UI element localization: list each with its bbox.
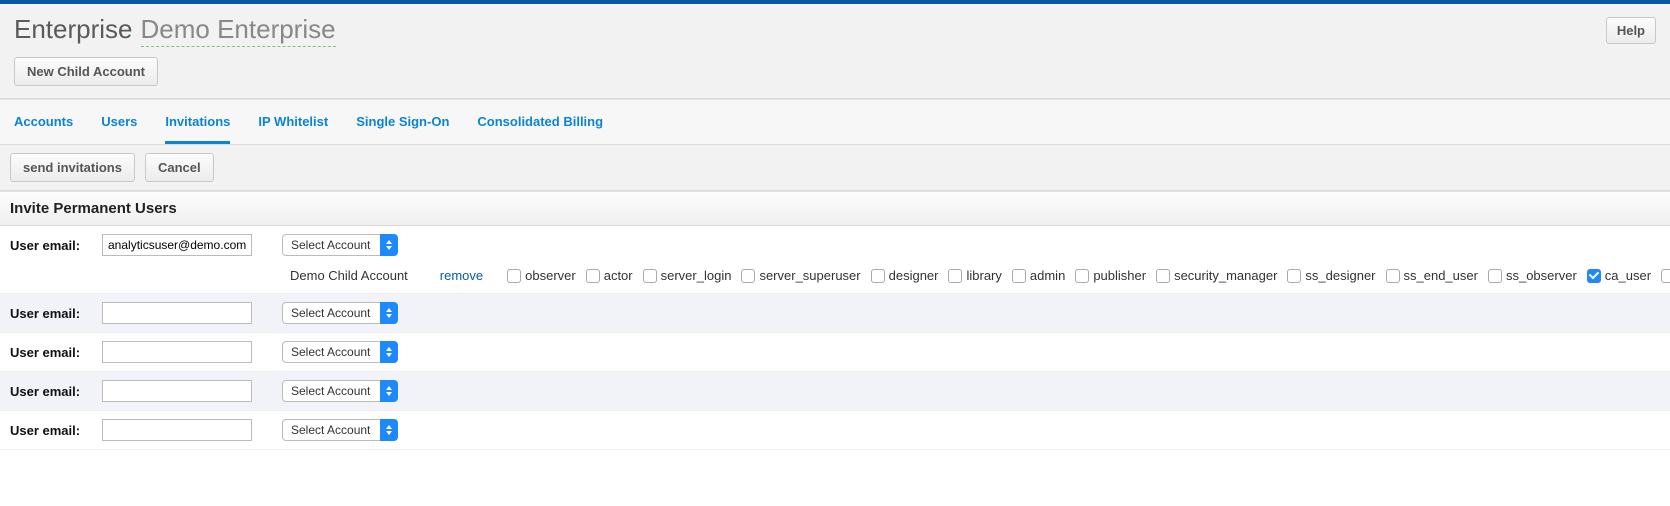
invite-row: User email: Select Account	[0, 372, 1670, 411]
select-arrows-icon	[380, 419, 398, 441]
permission-label: ss_observer	[1506, 268, 1577, 283]
permission-server_login[interactable]: server_login	[643, 268, 732, 283]
checkbox-icon[interactable]	[1587, 269, 1601, 283]
permission-server_superuser[interactable]: server_superuser	[741, 268, 860, 283]
tabs: Accounts Users Invitations IP Whitelist …	[0, 99, 1670, 145]
email-field[interactable]	[102, 302, 252, 324]
permission-library[interactable]: library	[948, 268, 1001, 283]
header: Enterprise Demo Enterprise Help New Chil…	[0, 4, 1670, 99]
permission-label: ss_designer	[1305, 268, 1375, 283]
tab-ip-whitelist[interactable]: IP Whitelist	[258, 100, 328, 144]
permission-ss_end_user[interactable]: ss_end_user	[1386, 268, 1478, 283]
select-arrows-icon	[380, 234, 398, 256]
tab-invitations[interactable]: Invitations	[165, 100, 230, 144]
permission-actor[interactable]: actor	[586, 268, 633, 283]
email-field[interactable]	[102, 380, 252, 402]
permission-label: actor	[604, 268, 633, 283]
row-label: User email:	[10, 423, 92, 438]
permission-ca_user[interactable]: ca_user	[1587, 268, 1651, 283]
email-field[interactable]	[102, 234, 252, 256]
checkbox-icon[interactable]	[1661, 269, 1670, 283]
tab-consolidated-billing[interactable]: Consolidated Billing	[477, 100, 603, 144]
permission-label: designer	[889, 268, 939, 283]
enterprise-name[interactable]: Demo Enterprise	[141, 14, 336, 47]
tab-accounts[interactable]: Accounts	[14, 100, 73, 144]
page-title: Enterprise Demo Enterprise	[14, 14, 336, 47]
section-title: Invite Permanent Users	[0, 191, 1670, 226]
checkbox-icon[interactable]	[1156, 269, 1170, 283]
select-arrows-icon	[380, 380, 398, 402]
tab-single-sign-on[interactable]: Single Sign-On	[356, 100, 449, 144]
account-select-value: Select Account	[282, 341, 380, 363]
permission-label: ca_user	[1605, 268, 1651, 283]
checkbox-icon[interactable]	[1386, 269, 1400, 283]
invite-row: User email: Select Account	[0, 333, 1670, 372]
row-label: User email:	[10, 306, 92, 321]
permission-enterprise_manager[interactable]: enterprise_manager	[1661, 268, 1670, 283]
permission-label: server_login	[661, 268, 732, 283]
account-select[interactable]: Select Account	[282, 380, 398, 402]
row-label: User email:	[10, 238, 92, 253]
permission-designer[interactable]: designer	[871, 268, 939, 283]
permission-label: admin	[1030, 268, 1065, 283]
child-account-name: Demo Child Account	[290, 268, 408, 283]
account-select[interactable]: Select Account	[282, 419, 398, 441]
invite-row: User email: Select Account	[0, 294, 1670, 333]
tab-users[interactable]: Users	[101, 100, 137, 144]
permission-ss_observer[interactable]: ss_observer	[1488, 268, 1577, 283]
invite-row: User email: Select Account	[0, 411, 1670, 450]
permission-label: library	[966, 268, 1001, 283]
checkbox-icon[interactable]	[1012, 269, 1026, 283]
permission-label: security_manager	[1174, 268, 1277, 283]
checkbox-icon[interactable]	[948, 269, 962, 283]
permission-ss_designer[interactable]: ss_designer	[1287, 268, 1375, 283]
invite-row: User email: Select Account Demo Child Ac…	[0, 226, 1670, 294]
checkbox-icon[interactable]	[507, 269, 521, 283]
checkbox-icon[interactable]	[1287, 269, 1301, 283]
email-field[interactable]	[102, 419, 252, 441]
permissions-list: observer actor server_login server_superuse…	[507, 268, 1670, 283]
new-child-account-button[interactable]: New Child Account	[14, 57, 158, 86]
select-arrows-icon	[380, 341, 398, 363]
account-select[interactable]: Select Account	[282, 234, 398, 256]
permission-admin[interactable]: admin	[1012, 268, 1065, 283]
account-select-value: Select Account	[282, 234, 380, 256]
checkbox-icon[interactable]	[871, 269, 885, 283]
checkbox-icon[interactable]	[586, 269, 600, 283]
checkbox-icon[interactable]	[1075, 269, 1089, 283]
row-label: User email:	[10, 345, 92, 360]
permission-observer[interactable]: observer	[507, 268, 576, 283]
cancel-button[interactable]: Cancel	[145, 153, 214, 182]
permission-label: ss_end_user	[1404, 268, 1478, 283]
send-invitations-button[interactable]: send invitations	[10, 153, 135, 182]
account-select-value: Select Account	[282, 302, 380, 324]
remove-link[interactable]: remove	[440, 268, 483, 283]
select-arrows-icon	[380, 302, 398, 324]
checkbox-icon[interactable]	[643, 269, 657, 283]
account-select-value: Select Account	[282, 380, 380, 402]
row-label: User email:	[10, 384, 92, 399]
account-select-value: Select Account	[282, 419, 380, 441]
title-prefix: Enterprise	[14, 14, 133, 45]
permissions-row: Demo Child Account remove observer actor s…	[0, 264, 1670, 293]
permission-security_manager[interactable]: security_manager	[1156, 268, 1277, 283]
email-field[interactable]	[102, 341, 252, 363]
account-select[interactable]: Select Account	[282, 302, 398, 324]
permission-label: server_superuser	[759, 268, 860, 283]
help-button[interactable]: Help	[1606, 17, 1656, 44]
permission-label: publisher	[1093, 268, 1146, 283]
actions-bar: send invitations Cancel	[0, 145, 1670, 191]
permission-publisher[interactable]: publisher	[1075, 268, 1146, 283]
checkbox-icon[interactable]	[1488, 269, 1502, 283]
account-select[interactable]: Select Account	[282, 341, 398, 363]
permission-label: observer	[525, 268, 576, 283]
checkbox-icon[interactable]	[741, 269, 755, 283]
